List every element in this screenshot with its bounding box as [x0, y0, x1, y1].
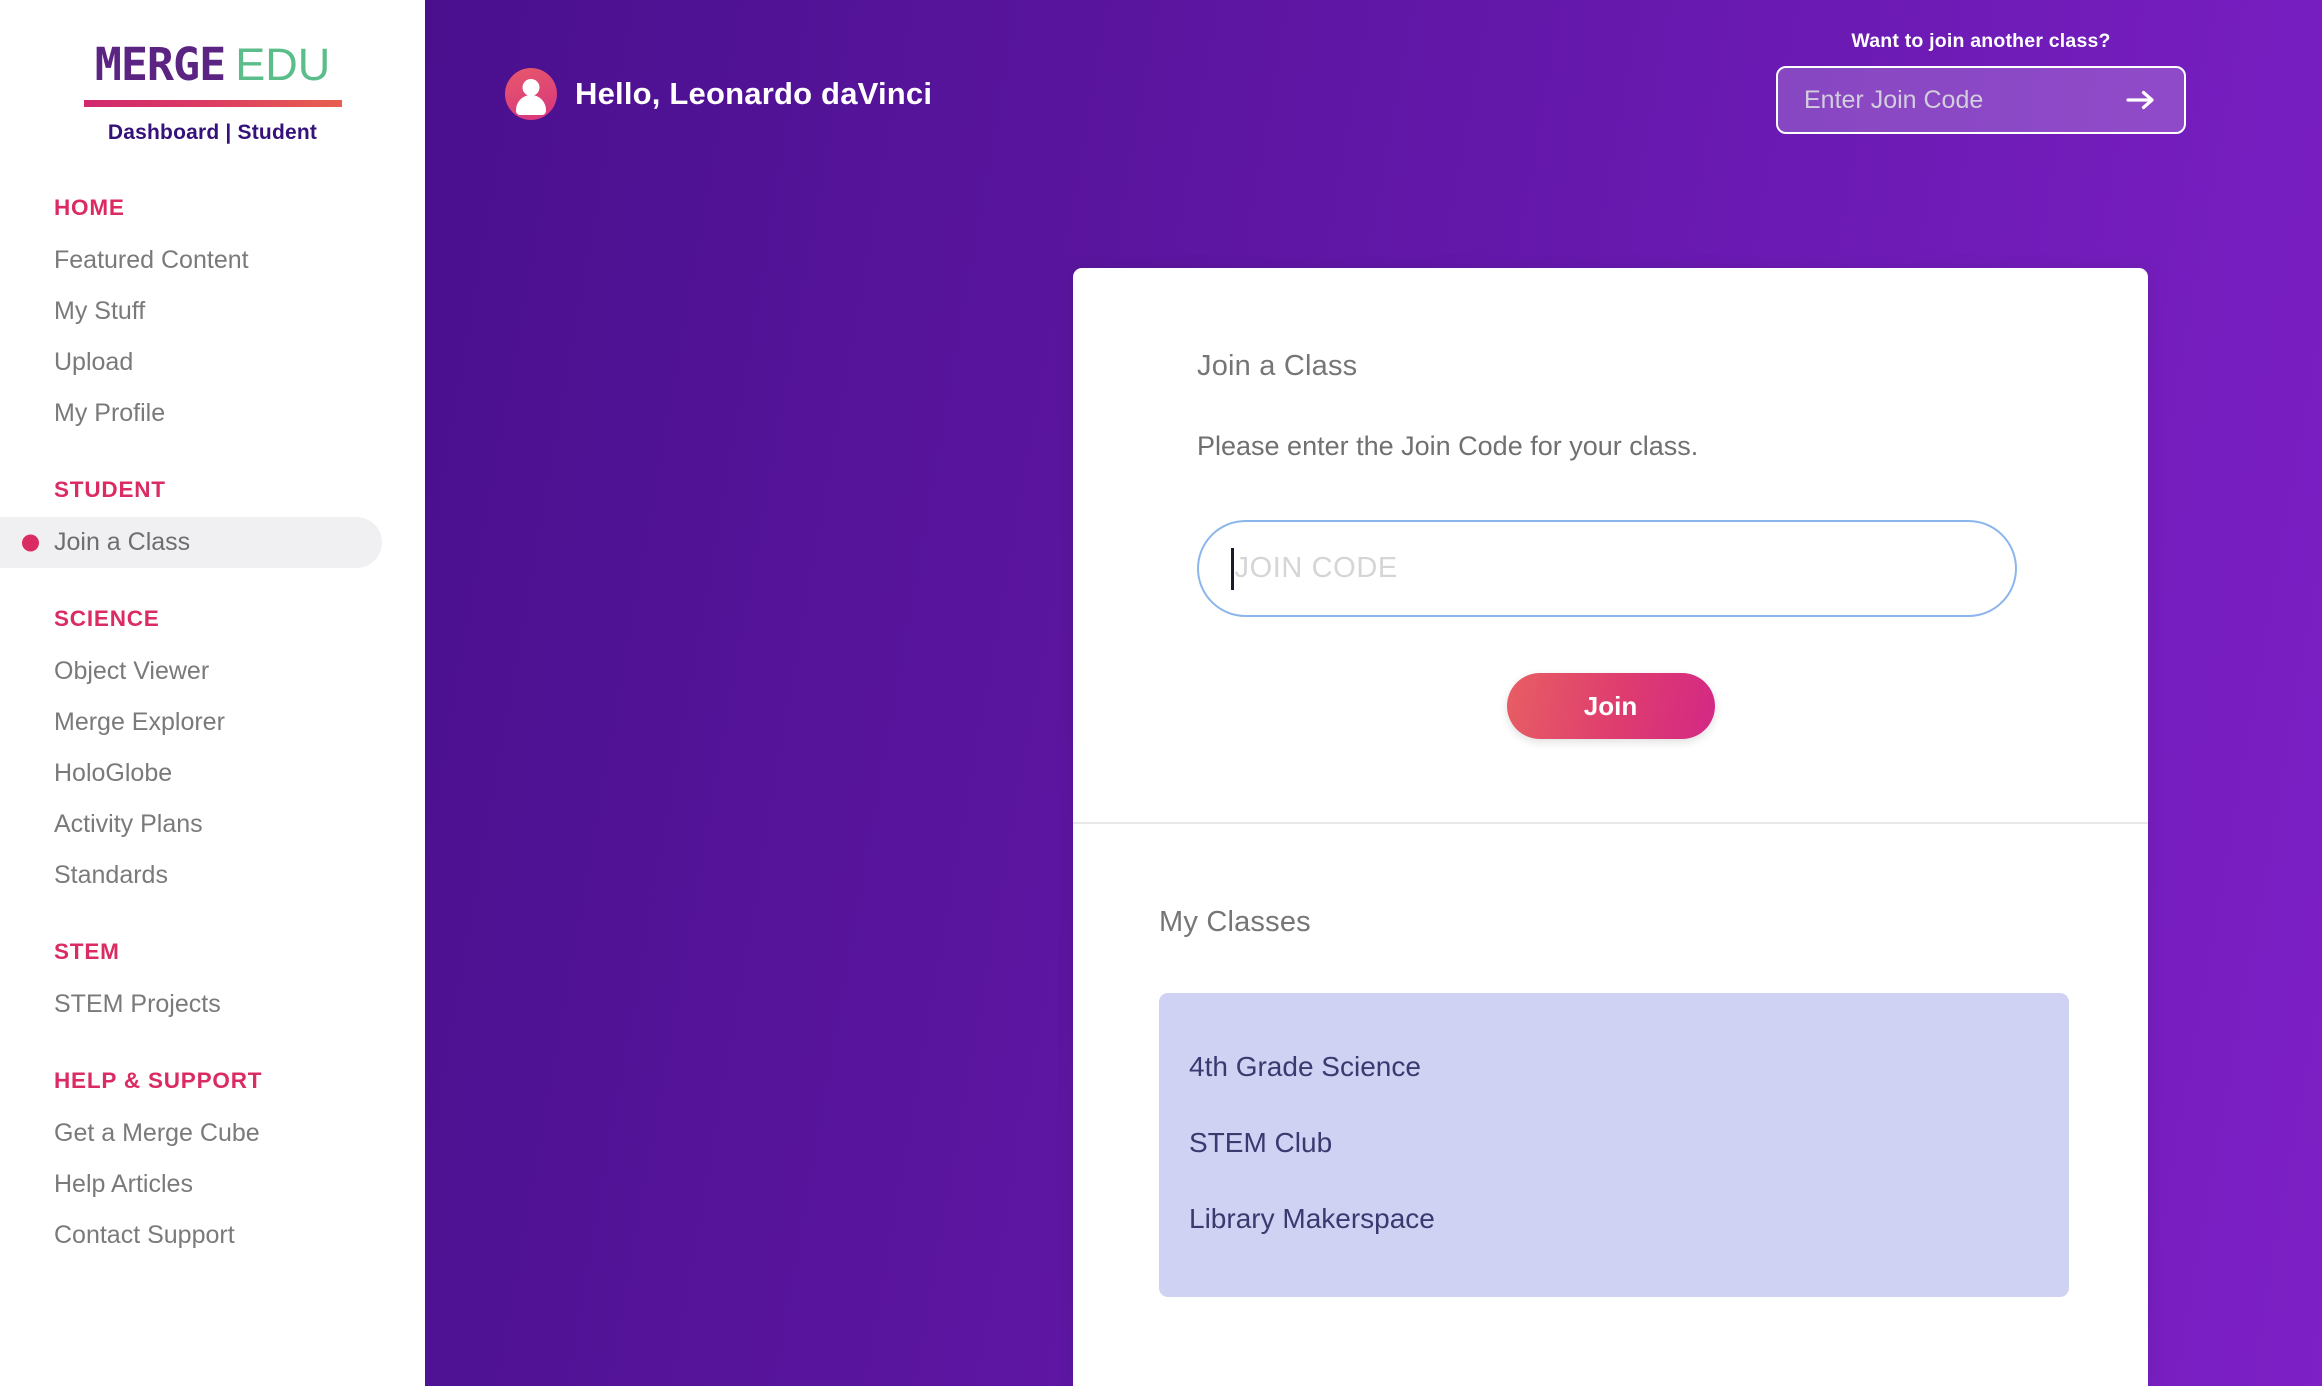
nav-group-student: STUDENT Join a Class	[0, 477, 425, 568]
sidebar-item-object-viewer[interactable]: Object Viewer	[0, 646, 425, 697]
avatar-head-shape	[522, 79, 540, 96]
join-button[interactable]: Join	[1506, 673, 1715, 739]
nav-group-help-support: HELP & SUPPORT Get a Merge Cube Help Art…	[0, 1068, 425, 1261]
user-avatar-icon[interactable]	[505, 68, 557, 120]
nav-group-home: HOME Featured Content My Stuff Upload My…	[0, 195, 425, 439]
card-title: Join a Class	[1197, 350, 1358, 382]
join-button-row: Join	[1197, 673, 2024, 739]
nav-group-stem: STEM STEM Projects	[0, 939, 425, 1030]
nav-group-science: SCIENCE Object Viewer Merge Explorer Hol…	[0, 606, 425, 901]
logo-edu-word: EDU	[235, 39, 331, 90]
sidebar-item-label: My Stuff	[54, 297, 146, 325]
join-code-placeholder: JOIN CODE	[1234, 552, 1398, 584]
sidebar-item-label: HoloGlobe	[54, 759, 173, 787]
sidebar-item-label: Contact Support	[54, 1221, 235, 1249]
greeting-block: Hello, Leonardo daVinci	[505, 68, 932, 120]
nav-group-title-student: STUDENT	[54, 477, 166, 502]
logo-gradient-rule	[83, 100, 342, 107]
sidebar-item-activity-plans[interactable]: Activity Plans	[0, 799, 425, 850]
list-item[interactable]: STEM Club	[1159, 1105, 2069, 1181]
nav-group-title-help-support: HELP & SUPPORT	[54, 1068, 263, 1093]
avatar-body-shape	[516, 95, 546, 115]
sidebar-nav: HOME Featured Content My Stuff Upload My…	[0, 195, 425, 1261]
app-root: MERGE EDU Dashboard | Student HOME Featur…	[0, 0, 2322, 1386]
sidebar-item-upload[interactable]: Upload	[0, 337, 425, 388]
my-classes-section: My Classes 4th Grade Science STEM Club L…	[1073, 824, 2148, 1297]
active-dot-icon	[22, 534, 39, 551]
sidebar-item-label: Get a Merge Cube	[54, 1119, 260, 1147]
sidebar-item-label: My Profile	[54, 399, 166, 427]
my-classes-list: 4th Grade Science STEM Club Library Make…	[1159, 992, 2069, 1297]
sidebar-item-label: Merge Explorer	[54, 708, 225, 736]
join-code-input[interactable]: JOIN CODE	[1197, 520, 2017, 617]
logo-subtitle: Dashboard | Student	[107, 121, 318, 144]
sidebar-item-label: Upload	[54, 348, 134, 376]
sidebar-item-my-profile[interactable]: My Profile	[0, 388, 425, 439]
sidebar-item-help-articles[interactable]: Help Articles	[0, 1159, 425, 1210]
card-description: Please enter the Join Code for your clas…	[1197, 431, 1699, 461]
header-join-another-block: Want to join another class? Enter Join C…	[1776, 30, 2186, 134]
sidebar-item-label: Help Articles	[54, 1170, 193, 1198]
logo-text: MERGE EDU	[95, 42, 330, 87]
sidebar-item-contact-support[interactable]: Contact Support	[0, 1210, 425, 1261]
nav-group-title-science: SCIENCE	[54, 606, 160, 631]
my-classes-title: My Classes	[1159, 905, 1311, 938]
sidebar-item-hologlobe[interactable]: HoloGlobe	[0, 748, 425, 799]
main-content: Hello, Leonardo daVinci Want to join ano…	[425, 0, 2322, 1386]
logo-merge-word: MERGE	[94, 38, 226, 91]
brand-logo[interactable]: MERGE EDU Dashboard | Student	[0, 42, 425, 145]
header-join-code-placeholder: Enter Join Code	[1804, 85, 1984, 114]
sidebar-item-join-a-class[interactable]: Join a Class	[0, 517, 382, 568]
sidebar-item-label: Activity Plans	[54, 810, 203, 838]
sidebar-item-stem-projects[interactable]: STEM Projects	[0, 979, 425, 1030]
sidebar-item-label: Join a Class	[54, 528, 191, 556]
text-caret	[1231, 547, 1234, 590]
join-another-label: Want to join another class?	[1851, 30, 2111, 52]
join-class-section: Join a Class Please enter the Join Code …	[1073, 268, 2148, 739]
arrow-right-icon[interactable]	[2124, 83, 2158, 117]
sidebar: MERGE EDU Dashboard | Student HOME Featur…	[0, 0, 425, 1386]
sidebar-item-standards[interactable]: Standards	[0, 850, 425, 901]
sidebar-item-my-stuff[interactable]: My Stuff	[0, 286, 425, 337]
nav-group-title-stem: STEM	[54, 939, 120, 964]
sidebar-item-label: Object Viewer	[54, 657, 210, 685]
sidebar-item-label: Featured Content	[54, 246, 249, 274]
join-class-card: Join a Class Please enter the Join Code …	[1073, 268, 2148, 1386]
top-bar: Hello, Leonardo daVinci Want to join ano…	[425, 0, 2322, 160]
sidebar-item-label: Standards	[54, 861, 168, 889]
sidebar-item-get-a-merge-cube[interactable]: Get a Merge Cube	[0, 1108, 425, 1159]
nav-group-title-home: HOME	[54, 195, 125, 220]
sidebar-item-merge-explorer[interactable]: Merge Explorer	[0, 697, 425, 748]
header-join-code-field[interactable]: Enter Join Code	[1776, 66, 2186, 134]
list-item[interactable]: Library Makerspace	[1159, 1181, 2069, 1257]
greeting-text: Hello, Leonardo daVinci	[575, 76, 933, 111]
list-item[interactable]: 4th Grade Science	[1159, 1029, 2069, 1105]
sidebar-item-featured-content[interactable]: Featured Content	[0, 235, 425, 286]
sidebar-item-label: STEM Projects	[54, 990, 221, 1018]
